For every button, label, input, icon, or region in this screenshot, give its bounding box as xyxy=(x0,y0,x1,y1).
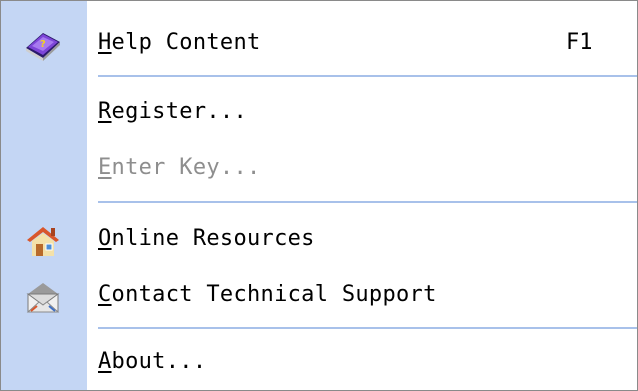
enter-key-label: Enter Key... xyxy=(98,155,261,180)
register-label: Register... xyxy=(98,99,247,124)
contact-support-label: Contact Technical Support xyxy=(98,282,437,307)
help-book-icon: ? xyxy=(23,28,63,62)
home-icon xyxy=(23,224,63,258)
menu-item-contact-support[interactable]: Contact Technical Support xyxy=(1,268,637,324)
menu-separator xyxy=(98,201,637,203)
menu-item-enter-key: Enter Key... xyxy=(1,141,637,197)
envelope-icon xyxy=(23,280,63,314)
menu-item-help-content[interactable]: ? Help Content F1 xyxy=(1,16,637,72)
menu-separator xyxy=(98,327,637,329)
help-menu: ? Help Content F1 Register... Enter Key.… xyxy=(0,0,638,391)
menu-item-online-resources[interactable]: Online Resources xyxy=(1,212,637,268)
menu-item-about[interactable]: About... xyxy=(1,335,637,391)
help-content-label: Help Content xyxy=(98,30,261,55)
about-label: About... xyxy=(98,349,207,374)
menu-item-register[interactable]: Register... xyxy=(1,85,637,141)
svg-text:?: ? xyxy=(40,39,46,50)
menu-separator xyxy=(98,75,637,77)
online-resources-label: Online Resources xyxy=(98,226,315,251)
help-content-shortcut: F1 xyxy=(566,30,593,55)
